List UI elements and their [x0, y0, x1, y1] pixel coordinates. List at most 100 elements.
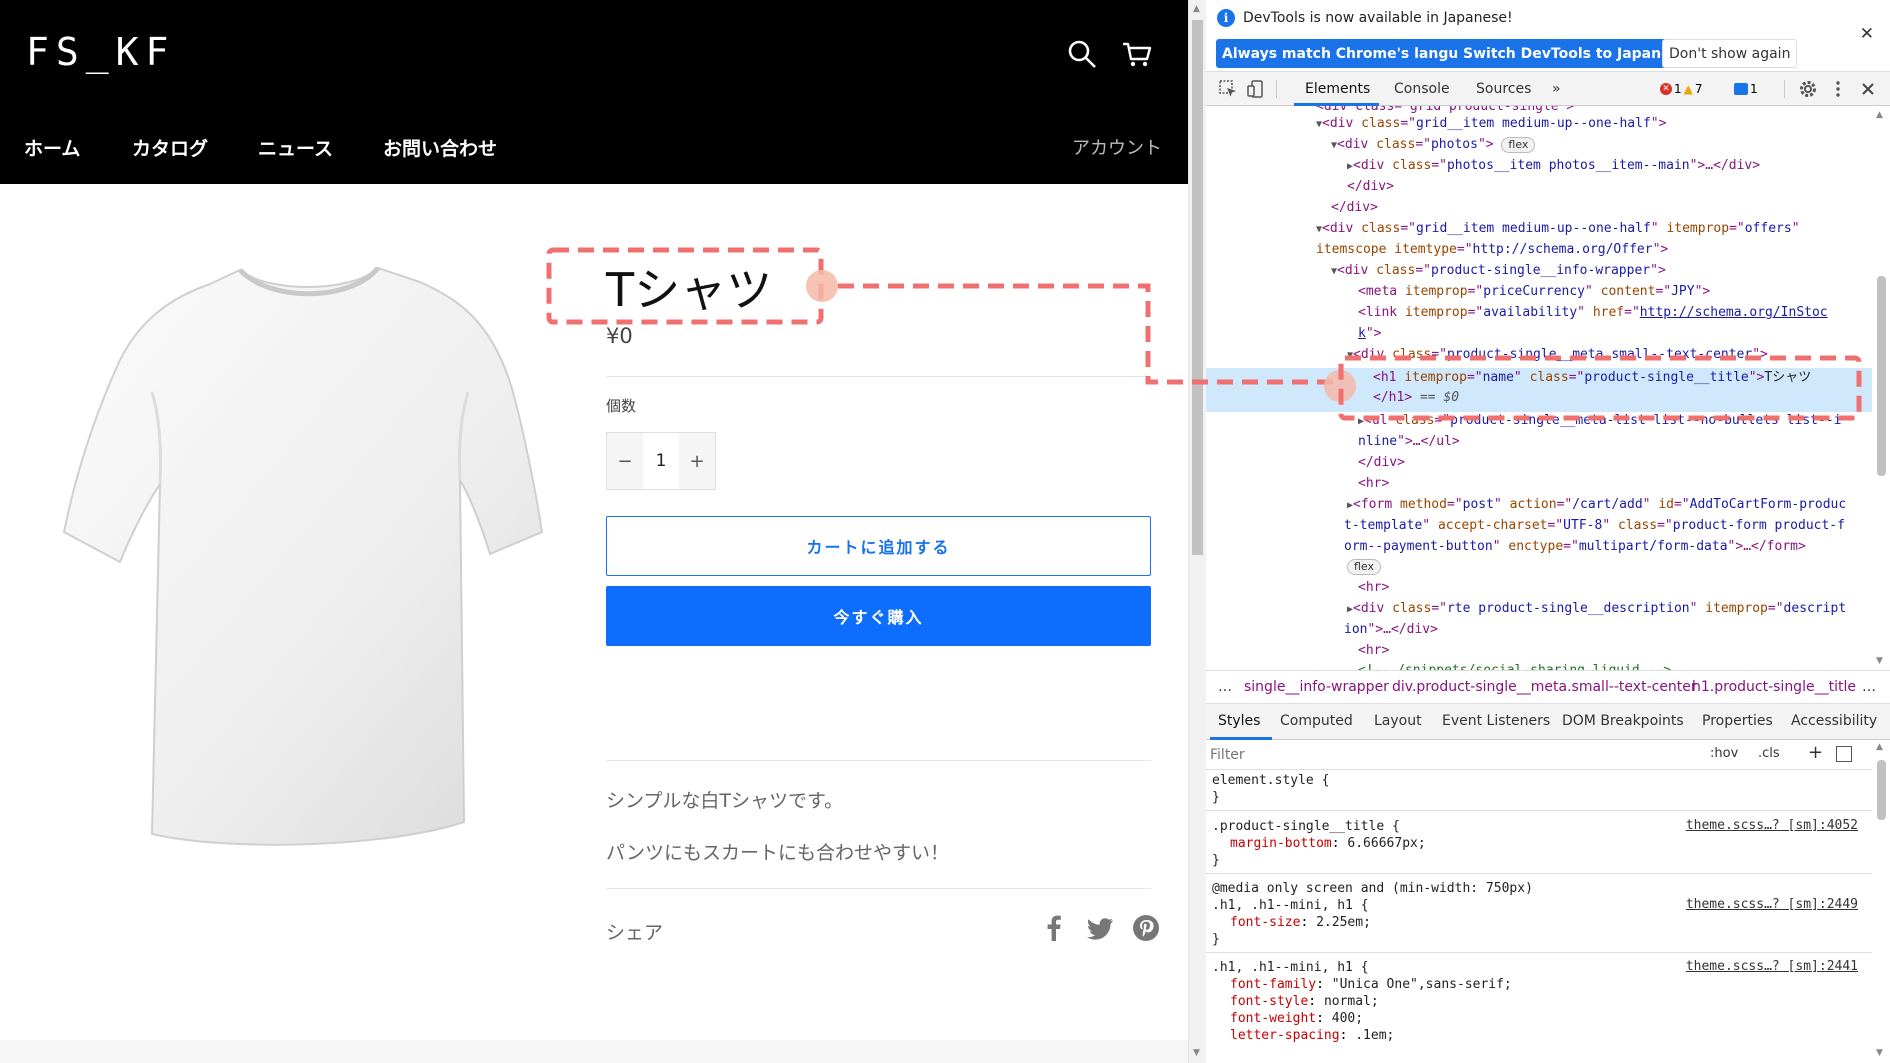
nav-account[interactable]: アカウント: [1072, 134, 1162, 160]
scrollbar-thumb[interactable]: [1192, 20, 1203, 555]
breadcrumb-item[interactable]: single__info-wrapper: [1244, 679, 1389, 695]
add-to-cart-button[interactable]: カートに追加する: [606, 516, 1151, 576]
tab-dom-breakpoints[interactable]: DOM Breakpoints: [1562, 713, 1684, 729]
nav-catalog[interactable]: カタログ: [132, 134, 208, 161]
flex-badge[interactable]: flex: [1347, 559, 1382, 575]
pinterest-icon[interactable]: [1132, 914, 1160, 942]
match-language-button[interactable]: Always match Chrome's language: [1216, 39, 1494, 68]
close-devtools-icon[interactable]: [1858, 79, 1878, 99]
dom-node[interactable]: <link itemprop="availability" href="http…: [1358, 304, 1828, 321]
inspect-element-icon[interactable]: [1218, 79, 1238, 99]
scroll-up-arrow-icon[interactable]: ▲: [1876, 742, 1883, 752]
element-style-rule[interactable]: element.style {: [1212, 772, 1329, 789]
nav-contact[interactable]: お問い合わせ: [383, 134, 497, 161]
dom-node[interactable]: </div>: [1347, 178, 1394, 195]
dom-node[interactable]: ▶<div class="photos__item photos__item--…: [1347, 157, 1760, 175]
nav-home[interactable]: ホーム: [24, 134, 80, 161]
breadcrumb-more[interactable]: …: [1218, 679, 1232, 695]
dom-node[interactable]: </div>: [1331, 199, 1378, 216]
dom-node[interactable]: <div class="grid product-single">: [1316, 106, 1574, 115]
scroll-up-arrow-icon[interactable]: ▲: [1193, 4, 1200, 14]
store-logo[interactable]: FS_KF: [26, 30, 175, 74]
page-scrollbar[interactable]: ▲ ▼: [1188, 0, 1206, 1063]
dom-node[interactable]: ▼<div class="photos"> flex: [1331, 136, 1536, 154]
dom-node[interactable]: </div>: [1358, 454, 1405, 471]
dom-node[interactable]: <hr>: [1358, 475, 1389, 492]
tab-styles[interactable]: Styles: [1218, 713, 1260, 729]
device-toolbar-icon[interactable]: [1246, 79, 1266, 99]
rule-source-link[interactable]: theme.scss…? [sm]:4052: [1686, 818, 1858, 833]
css-declaration[interactable]: font-size: 2.25em;: [1230, 914, 1371, 931]
dom-node[interactable]: ▶<div class="rte product-single__descrip…: [1347, 600, 1846, 618]
tab-layout[interactable]: Layout: [1374, 713, 1422, 729]
quantity-input[interactable]: 1: [643, 433, 679, 489]
search-icon[interactable]: [1066, 38, 1098, 70]
dont-show-again-button[interactable]: Don't show again: [1662, 39, 1798, 68]
more-options-icon[interactable]: [1828, 79, 1848, 99]
css-declaration[interactable]: font-weight: 400;: [1230, 1010, 1363, 1027]
toggle-sidebar-icon[interactable]: [1836, 746, 1852, 762]
scrollbar-thumb[interactable]: [1877, 760, 1886, 820]
scroll-down-arrow-icon[interactable]: ▼: [1876, 1048, 1883, 1058]
error-warning-badge[interactable]: ✕ 1 ▲ 7: [1660, 80, 1703, 98]
rule-source-link[interactable]: theme.scss…? [sm]:2441: [1686, 959, 1858, 974]
rule-selector[interactable]: .h1, .h1--mini, h1 {: [1212, 897, 1369, 914]
scroll-up-arrow-icon[interactable]: ▲: [1876, 110, 1883, 120]
attr-link[interactable]: http://schema.org/InStoc: [1640, 305, 1828, 320]
scroll-down-arrow-icon[interactable]: ▼: [1876, 656, 1883, 666]
dom-node[interactable]: t-template" accept-charset="UTF-8" class…: [1344, 517, 1845, 534]
tab-properties[interactable]: Properties: [1702, 713, 1773, 729]
tab-computed[interactable]: Computed: [1280, 713, 1353, 729]
twitter-icon[interactable]: [1087, 914, 1115, 942]
dom-node[interactable]: <hr>: [1358, 579, 1389, 596]
new-rule-plus-icon[interactable]: +: [1808, 742, 1823, 763]
switch-language-button[interactable]: Switch DevTools to Japanese: [1457, 39, 1695, 68]
breadcrumb-item[interactable]: div.product-single__meta.small--text-cen…: [1392, 679, 1697, 695]
nav-news[interactable]: ニュース: [258, 134, 333, 161]
dom-node[interactable]: ▼<div class="product-single__meta small-…: [1347, 346, 1768, 364]
styles-scrollbar[interactable]: ▲ ▼: [1872, 740, 1890, 1063]
breadcrumb-item-selected[interactable]: h1.product-single__title: [1692, 679, 1856, 695]
scroll-down-arrow-icon[interactable]: ▼: [1193, 1048, 1200, 1058]
product-image[interactable]: [60, 262, 550, 847]
cart-icon[interactable]: [1121, 38, 1153, 70]
messages-badge[interactable]: 1: [1734, 80, 1758, 98]
dom-scrollbar[interactable]: ▲ ▼: [1872, 106, 1890, 670]
breadcrumb-more[interactable]: …: [1862, 679, 1876, 695]
rule-selector[interactable]: .h1, .h1--mini, h1 {: [1212, 959, 1369, 976]
hover-state-toggle[interactable]: :hov: [1710, 746, 1738, 761]
dom-node[interactable]: ▶<ul class="product-single__meta-list li…: [1358, 412, 1841, 430]
dom-node[interactable]: </h1> == $0: [1373, 389, 1459, 406]
styles-filter-input[interactable]: [1210, 744, 1710, 766]
tab-accessibility[interactable]: Accessibility: [1791, 713, 1877, 729]
close-icon[interactable]: ✕: [1860, 24, 1874, 44]
rule-selector[interactable]: .product-single__title {: [1212, 818, 1400, 835]
css-declaration[interactable]: font-family: "Unica One",sans-serif;: [1230, 976, 1512, 993]
tab-event-listeners[interactable]: Event Listeners: [1442, 713, 1550, 729]
scrollbar-thumb[interactable]: [1877, 276, 1886, 476]
class-toggle[interactable]: .cls: [1758, 746, 1780, 761]
rule-source-link[interactable]: theme.scss…? [sm]:2449: [1686, 897, 1858, 912]
buy-now-button[interactable]: 今すぐ購入: [606, 586, 1151, 646]
dom-node[interactable]: orm--payment-button" enctype="multipart/…: [1344, 538, 1806, 555]
tab-elements[interactable]: Elements: [1305, 81, 1370, 97]
css-declaration[interactable]: margin-bottom: 6.66667px;: [1230, 835, 1426, 852]
flex-badge[interactable]: flex: [1501, 137, 1536, 153]
tab-console[interactable]: Console: [1394, 81, 1450, 97]
selected-dom-node[interactable]: <h1 itemprop="name" class="product-singl…: [1373, 369, 1811, 386]
dom-node[interactable]: flex: [1347, 558, 1382, 575]
dom-node[interactable]: nline">…</ul>: [1358, 433, 1460, 450]
dom-node[interactable]: ▼<div class="product-single__info-wrappe…: [1331, 262, 1666, 280]
quantity-minus-button[interactable]: −: [607, 433, 643, 489]
tab-sources[interactable]: Sources: [1476, 81, 1531, 97]
dom-node[interactable]: ▶<form method="post" action="/cart/add" …: [1347, 496, 1846, 514]
more-tabs-chevron-icon[interactable]: »: [1552, 81, 1561, 97]
settings-gear-icon[interactable]: [1798, 79, 1818, 99]
attr-link[interactable]: k: [1358, 326, 1366, 341]
dom-comment[interactable]: <!-- /snippets/social-sharing.liquid -->: [1358, 662, 1671, 670]
dom-node[interactable]: ▼<div class="grid__item medium-up--one-h…: [1316, 115, 1666, 133]
facebook-icon[interactable]: [1040, 914, 1068, 942]
dom-node[interactable]: k">: [1358, 325, 1381, 342]
quantity-plus-button[interactable]: +: [679, 433, 715, 489]
dom-node[interactable]: <hr>: [1358, 642, 1389, 659]
